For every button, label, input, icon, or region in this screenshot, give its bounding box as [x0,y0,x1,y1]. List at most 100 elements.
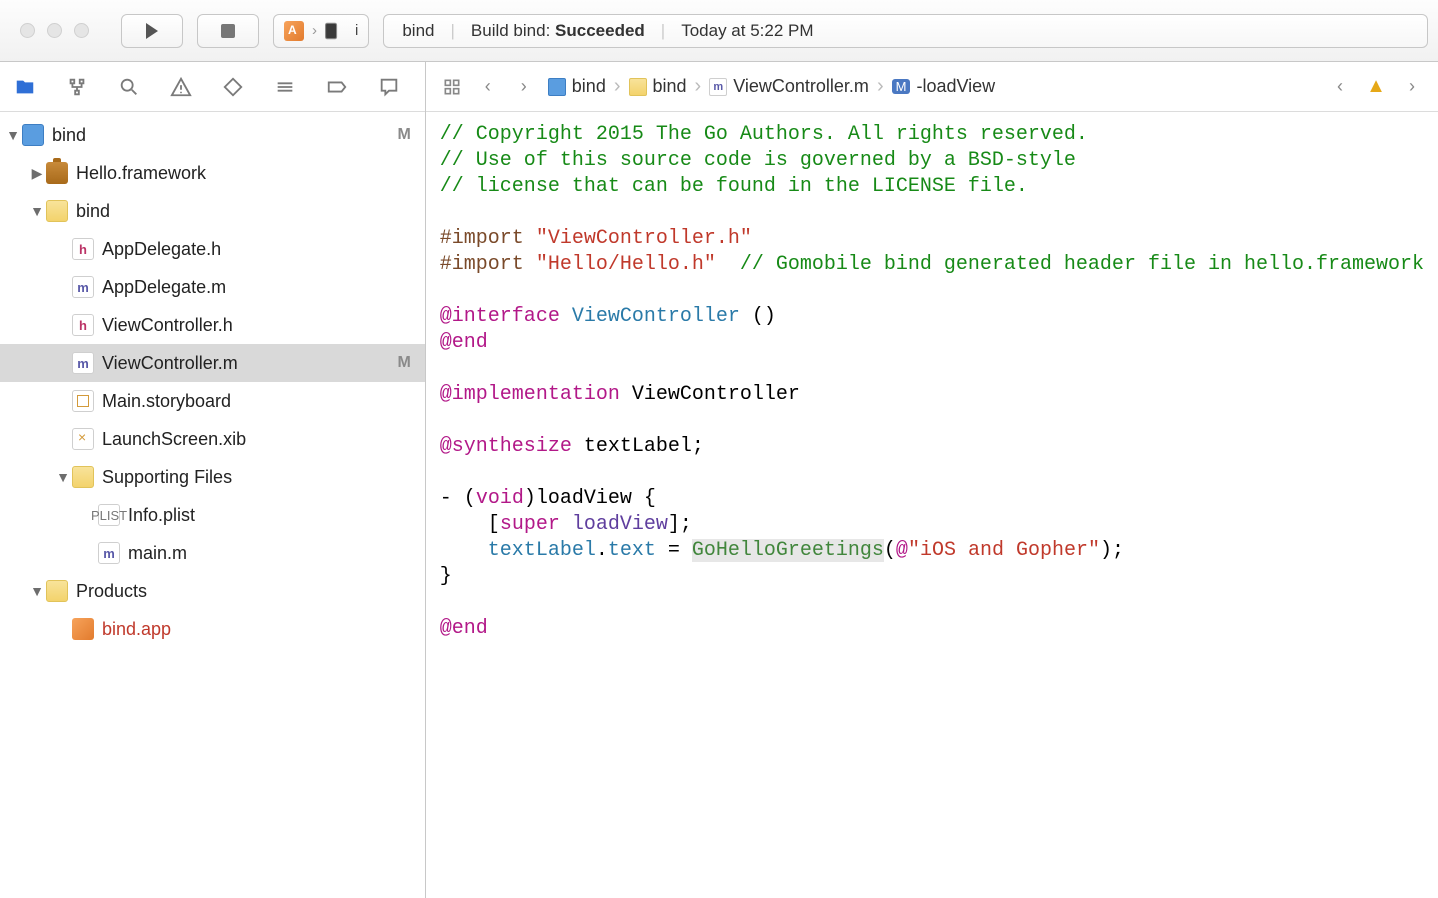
tree-product[interactable]: bind.app [0,610,425,648]
report-navigator-tab[interactable] [374,72,404,102]
close-window-button[interactable] [20,23,35,38]
activity-project: bind [402,21,434,41]
tree-framework[interactable]: ▶ Hello.framework [0,154,425,192]
tree-label: main.m [128,543,411,564]
scm-badge: M [397,354,410,372]
stop-button[interactable] [197,14,259,48]
device-icon [325,22,337,39]
project-navigator-tab[interactable] [10,72,40,102]
tree-file[interactable]: LaunchScreen.xib [0,420,425,458]
test-navigator-tab[interactable] [218,72,248,102]
tree-file[interactable]: Main.storyboard [0,382,425,420]
debug-navigator-tab[interactable] [270,72,300,102]
jump-bar: ‹ › bind › bind › m ViewController.m › M… [426,62,1438,112]
navigator: ▼ bind M ▶ Hello.framework ▼ bind h AppD… [0,62,426,898]
tree-file[interactable]: h AppDelegate.h [0,230,425,268]
tree-folder-bind[interactable]: ▼ bind [0,192,425,230]
tree-label: Hello.framework [76,163,411,184]
chevron-right-icon: › [312,22,317,39]
project-tree: ▼ bind M ▶ Hello.framework ▼ bind h AppD… [0,112,425,898]
disclosure-icon[interactable]: ▼ [30,583,44,599]
tree-file[interactable]: m main.m [0,534,425,572]
header-file-icon: h [72,314,94,336]
tree-file[interactable]: PLIST Info.plist [0,496,425,534]
breadcrumb-label: bind [653,76,687,97]
hierarchy-icon [66,76,88,98]
framework-icon [46,162,68,184]
tree-folder-supporting[interactable]: ▼ Supporting Files [0,458,425,496]
breadcrumb-project[interactable]: bind [542,76,612,97]
breadcrumb-label: -loadView [916,76,995,97]
chevron-right-icon: › [695,75,702,98]
next-issue-button[interactable]: › [1398,73,1426,101]
issues-button[interactable]: ▲ [1362,73,1390,101]
tree-file-selected[interactable]: m ViewController.m M [0,344,425,382]
tree-label: Products [76,581,411,602]
activity-time: Today at 5:22 PM [681,21,813,41]
storyboard-icon [72,390,94,412]
plist-icon: PLIST [98,504,120,526]
impl-file-icon: m [72,352,94,374]
activity-status: Succeeded [555,21,645,40]
disclosure-icon[interactable]: ▶ [30,165,44,182]
folder-icon [72,466,94,488]
breadcrumb-file[interactable]: m ViewController.m [703,76,875,97]
disclosure-icon[interactable]: ▼ [6,127,20,143]
chevron-left-icon: ‹ [1337,76,1343,97]
app-icon [284,21,304,41]
warning-icon [170,76,192,98]
chevron-left-icon: ‹ [485,76,491,97]
tree-file[interactable]: m AppDelegate.m [0,268,425,306]
folder-icon [14,76,36,98]
folder-icon [46,580,68,602]
related-items-button[interactable] [438,73,466,101]
folder-icon [46,200,68,222]
back-button[interactable]: ‹ [474,73,502,101]
breadcrumb-folder[interactable]: bind [623,76,693,97]
find-navigator-tab[interactable] [114,72,144,102]
breakpoint-icon [326,76,348,98]
editor: ‹ › bind › bind › m ViewController.m › M… [426,62,1438,898]
disclosure-icon[interactable]: ▼ [56,469,70,485]
zoom-window-button[interactable] [74,23,89,38]
disclosure-icon[interactable]: ▼ [30,203,44,219]
app-icon [72,618,94,640]
toolbar: › i bind | Build bind: Succeeded | Today… [0,0,1438,62]
tree-label: ViewController.h [102,315,411,336]
scheme-selector[interactable]: › i [273,14,369,48]
method-icon: M [892,79,911,94]
tree-file[interactable]: h ViewController.h [0,306,425,344]
gauge-icon [274,76,296,98]
navigator-tabs [0,62,425,112]
speech-icon [378,76,400,98]
breadcrumb-symbol[interactable]: M -loadView [886,76,1002,97]
header-file-icon: h [72,238,94,260]
window-controls [20,23,89,38]
code-editor[interactable]: // Copyright 2015 The Go Authors. All ri… [426,112,1438,898]
play-icon [146,23,158,39]
breakpoint-navigator-tab[interactable] [322,72,352,102]
tree-label: bind.app [102,619,411,640]
tree-label: ViewController.m [102,353,397,374]
impl-file-icon: m [98,542,120,564]
tree-label: bind [76,201,411,222]
tree-label: LaunchScreen.xib [102,429,411,450]
symbol-navigator-tab[interactable] [62,72,92,102]
minimize-window-button[interactable] [47,23,62,38]
run-button[interactable] [121,14,183,48]
warning-icon: ▲ [1366,75,1386,98]
scheme-label: i [355,22,358,39]
tree-folder-products[interactable]: ▼ Products [0,572,425,610]
project-icon [22,124,44,146]
tree-root[interactable]: ▼ bind M [0,116,425,154]
impl-file-icon: m [709,78,727,96]
forward-button[interactable]: › [510,73,538,101]
impl-file-icon: m [72,276,94,298]
issue-navigator-tab[interactable] [166,72,196,102]
prev-issue-button[interactable]: ‹ [1326,73,1354,101]
chevron-right-icon: › [1409,76,1415,97]
tree-label: bind [52,125,397,146]
activity-viewer: bind | Build bind: Succeeded | Today at … [383,14,1428,48]
folder-icon [629,78,647,96]
breadcrumb-label: bind [572,76,606,97]
